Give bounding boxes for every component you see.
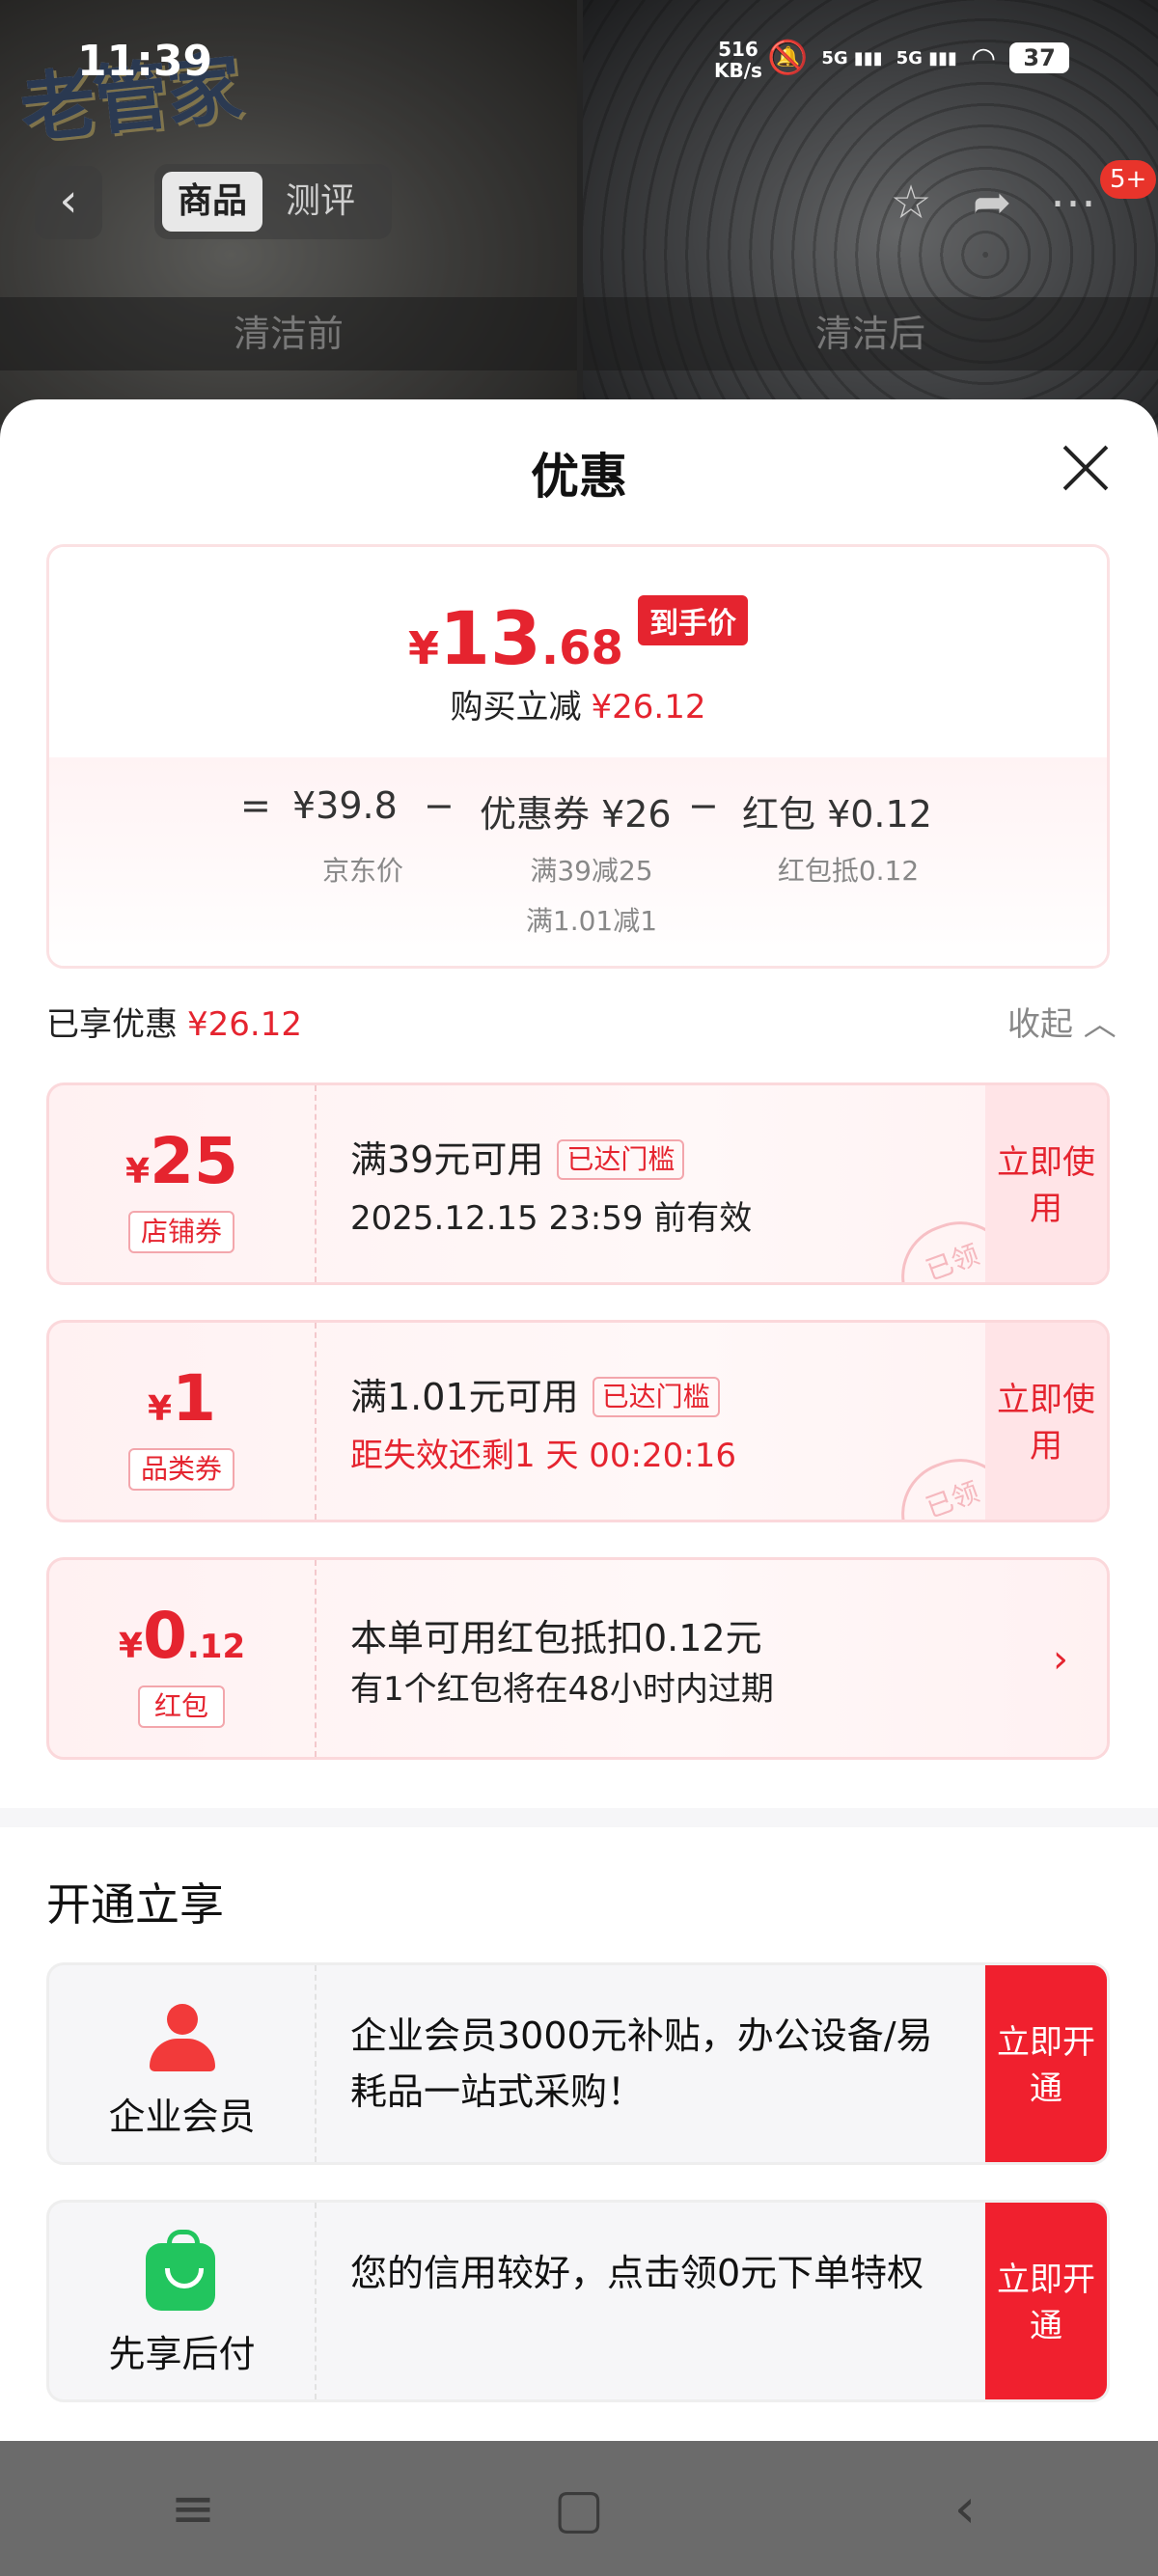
price-formula: = ¥39.8 京东价 − 优惠券 ¥26 满39减25 满1.01减1 − 红… <box>49 757 1107 966</box>
coupon-value: ¥1 <box>148 1361 216 1436</box>
section-divider <box>0 1808 1158 1827</box>
menu-icon[interactable]: ≡ <box>96 2478 290 2540</box>
coupon-card: ¥1 品类券 满1.01元可用 已达门槛 距失效还剩1 天 00:20:16 已领… <box>46 1320 1110 1522</box>
star-icon[interactable]: ☆ <box>870 176 951 230</box>
wifi-icon: ◠ <box>970 41 997 75</box>
jd-price-label: 京东价 <box>321 855 403 887</box>
coupon-detail: 满39减25 满1.01减1 <box>525 855 658 937</box>
redpacket-card[interactable]: ¥0.12 红包 本单可用红包抵扣0.12元 有1个红包将在48小时内过期 › <box>46 1557 1110 1760</box>
status-bar: 11:39 516 KB/s 🔕 5G ▮▮▮ 5G ▮▮▮ ◠ 37 <box>0 0 1158 116</box>
collapse-button[interactable]: 收起 ︿ <box>1007 998 1117 1045</box>
share-icon[interactable]: ➦ <box>951 176 1033 230</box>
signal-icon: 5G ▮▮▮ <box>821 47 883 69</box>
redpacket-detail: 红包抵0.12 <box>777 855 920 887</box>
back-icon[interactable]: ‹ <box>868 2478 1062 2540</box>
service-card-paylater: 先享后付 您的信用较好，点击领0元下单特权 立即开通 <box>46 2200 1110 2402</box>
service-label: 先享后付 <box>108 2333 256 2375</box>
redpacket-line2: 有1个红包将在48小时内过期 <box>350 1670 774 1709</box>
chevron-right-icon[interactable]: › <box>1053 1637 1068 1682</box>
status-icons: 🔕 5G ▮▮▮ 5G ▮▮▮ ◠ 37 <box>767 39 1070 77</box>
jd-price: ¥39.8 <box>292 784 398 827</box>
enjoyed-discount: 已享优惠 ¥26.12 <box>46 1005 302 1044</box>
redpacket-value: ¥0.12 <box>118 1599 246 1673</box>
price-summary: ¥13.68 到手价 购买立减 ¥26.12 = ¥39.8 京东价 − 优惠券 … <box>46 544 1110 969</box>
back-button[interactable]: ‹ <box>35 166 102 239</box>
shopping-bag-icon <box>146 2230 215 2311</box>
service-label: 企业会员 <box>108 2096 256 2138</box>
coupon-condition: 满39元可用 已达门槛 <box>350 1130 685 1183</box>
top-tabs: 商品 测评 <box>154 164 392 239</box>
coupon-total: 优惠券 ¥26 <box>480 793 672 836</box>
system-nav-bar: ≡ ▢ ‹ <box>0 2441 1158 2576</box>
coupon-countdown: 距失效还剩1 天 00:20:16 <box>350 1437 736 1475</box>
top-actions: ☆ ➦ ⋯ <box>870 164 1131 241</box>
final-price: ¥13.68 到手价 <box>49 595 1107 681</box>
redpacket-type: 红包 <box>138 1685 225 1728</box>
coupon-condition: 满1.01元可用 已达门槛 <box>350 1367 720 1420</box>
open-service-button[interactable]: 立即开通 <box>985 1965 1107 2162</box>
tab-review[interactable]: 测评 <box>270 172 371 232</box>
coupon-type: 品类券 <box>128 1448 234 1491</box>
coupon-expiry: 2025.12.15 23:59 前有效 <box>350 1199 753 1238</box>
final-price-tag: 到手价 <box>637 595 748 645</box>
service-desc: 企业会员3000元补贴，办公设备/易耗品一站式采购！ <box>350 2014 933 2113</box>
threshold-tag: 已达门槛 <box>557 1139 685 1180</box>
discount-sheet: 优惠 ¥13.68 到手价 购买立减 ¥26.12 = ¥39.8 京东价 − 优… <box>0 399 1158 2441</box>
sheet-title: 优惠 <box>531 449 627 505</box>
redpacket-total: 红包 ¥0.12 <box>742 793 932 836</box>
person-icon <box>146 2004 219 2071</box>
coupon-type: 店铺券 <box>128 1211 234 1253</box>
notification-badge: 5+ <box>1100 160 1157 199</box>
net-speed: 516 KB/s <box>714 38 762 82</box>
coupon-value: ¥25 <box>125 1124 238 1198</box>
home-icon[interactable]: ▢ <box>482 2478 676 2540</box>
open-service-button[interactable]: 立即开通 <box>985 2203 1107 2399</box>
service-desc: 您的信用较好，点击领0元下单特权 <box>350 2252 924 2294</box>
signal-icon: 5G ▮▮▮ <box>896 47 957 69</box>
battery-icon: 37 <box>1009 42 1070 73</box>
use-coupon-button[interactable]: 立即使用 <box>985 1085 1107 1282</box>
coupon-card: ¥25 店铺券 满39元可用 已达门槛 2025.12.15 23:59 前有效 … <box>46 1082 1110 1285</box>
open-section-title: 开通立享 <box>46 1878 224 1931</box>
redpacket-line1: 本单可用红包抵扣0.12元 <box>350 1617 762 1659</box>
tab-product[interactable]: 商品 <box>162 172 263 232</box>
threshold-tag: 已达门槛 <box>592 1377 720 1417</box>
use-coupon-button[interactable]: 立即使用 <box>985 1323 1107 1520</box>
status-time: 11:39 <box>77 37 213 86</box>
reduce-line: 购买立减 ¥26.12 <box>450 688 706 726</box>
close-icon[interactable] <box>1052 434 1119 502</box>
mute-bell-icon: 🔕 <box>767 39 809 77</box>
service-card-enterprise: 企业会员 企业会员3000元补贴，办公设备/易耗品一站式采购！ 立即开通 <box>46 1962 1110 2165</box>
